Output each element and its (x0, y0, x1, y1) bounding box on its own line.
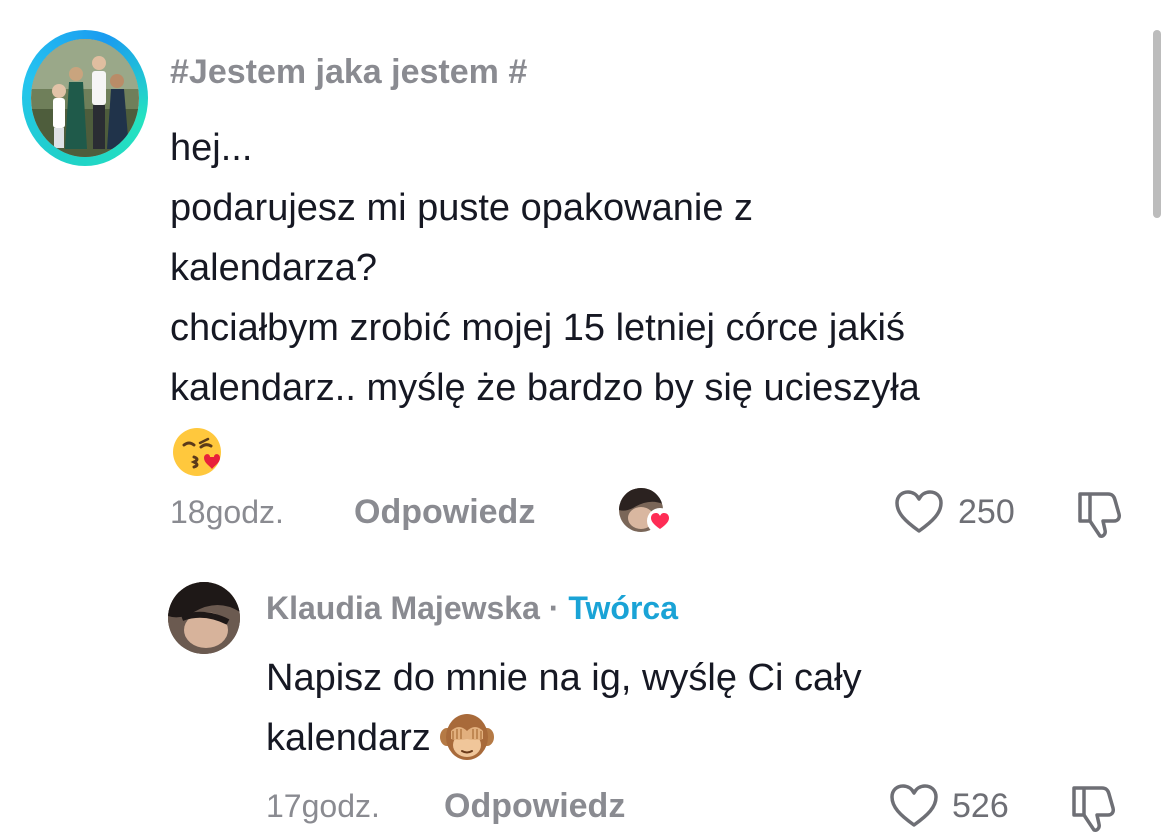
reply-avatar[interactable] (168, 582, 240, 654)
dislike-icon[interactable] (1066, 780, 1120, 834)
reply-line: kalendarz (266, 717, 431, 759)
reply-to-reply-button[interactable]: Odpowiedz (444, 786, 625, 826)
comment-actions: 18godz. Odpowiedz 250 (0, 488, 1170, 538)
reply-avatar-photo (168, 582, 240, 654)
reply-line-with-emoji: kalendarz (266, 708, 1086, 768)
see-no-evil-monkey-emoji-icon (439, 709, 495, 765)
reply-button[interactable]: Odpowiedz (354, 492, 535, 532)
reply-actions: 17godz. Odpowiedz 526 (0, 782, 1170, 832)
comment-line: kalendarz.. myślę że bardzo by się ucies… (170, 367, 920, 409)
separator-dot: · (548, 590, 560, 626)
reply-body: Napisz do mnie na ig, wyślę Ci cały kale… (266, 648, 1086, 768)
scrollbar[interactable] (1153, 30, 1161, 218)
reply-timestamp: 17godz. (266, 788, 380, 824)
like-count: 526 (952, 787, 1009, 825)
reply-username[interactable]: Klaudia Majewska (266, 590, 540, 626)
reply-line: Napisz do mnie na ig, wyślę Ci cały (266, 657, 862, 699)
comment-line: hej... (170, 127, 253, 169)
heart-icon[interactable] (893, 488, 945, 536)
heart-icon[interactable] (888, 782, 940, 830)
kissing-face-with-heart-emoji-icon (170, 423, 226, 479)
creator-badge: Twórca (568, 590, 678, 626)
avatar[interactable] (31, 39, 139, 157)
comment-line: chciałbym zrobić mojej 15 letniej córce … (170, 307, 905, 349)
comment-username[interactable]: #Jestem jaka jestem # (170, 50, 527, 94)
avatar-photo (31, 39, 139, 157)
reply-header: Klaudia Majewska · Twórca (266, 588, 678, 628)
comment-line-emoji (170, 418, 1130, 479)
comment-line: podarujesz mi puste opakowanie z (170, 187, 754, 229)
creator-heart-icon (647, 508, 673, 534)
comment-body: hej... podarujesz mi puste opakowanie z … (170, 118, 1130, 479)
dislike-icon[interactable] (1072, 486, 1126, 540)
comment-line: kalendarza? (170, 247, 378, 289)
like-count: 250 (958, 493, 1015, 531)
comment-timestamp: 18godz. (170, 494, 284, 530)
